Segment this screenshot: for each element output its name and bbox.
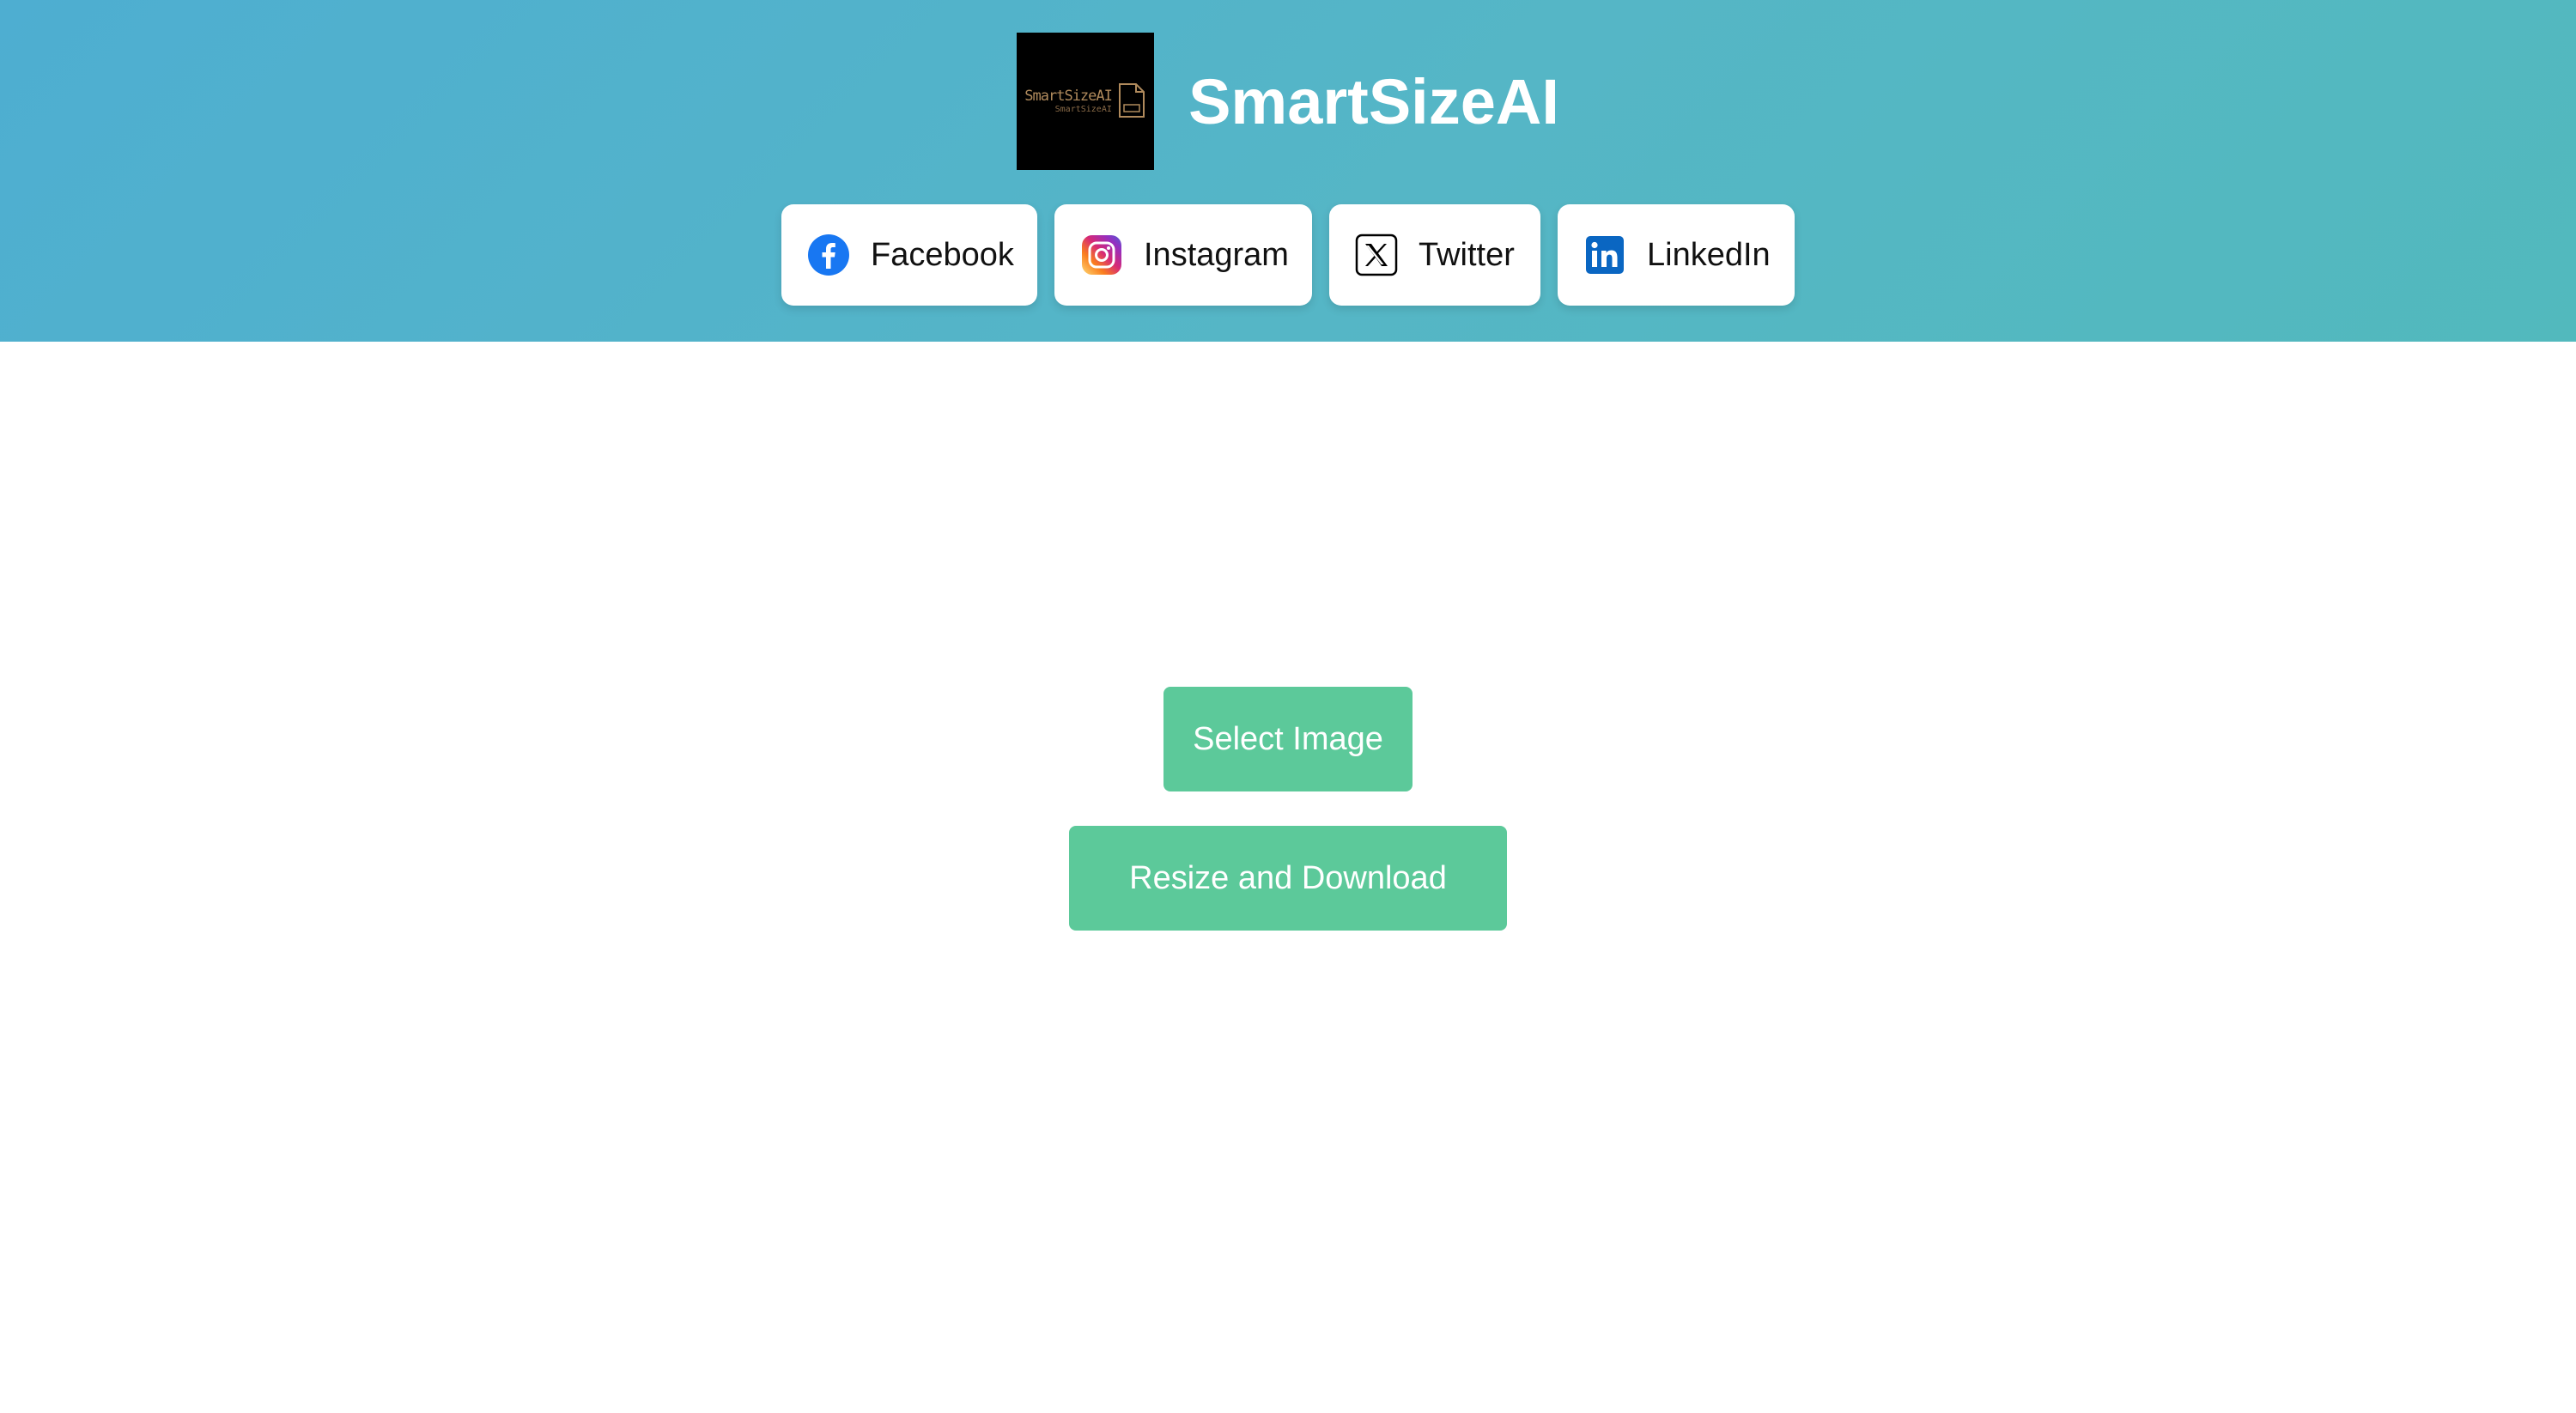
app-title: SmartSizeAI	[1188, 65, 1559, 137]
facebook-label: Facebook	[871, 236, 1014, 273]
file-resize-icon	[1118, 83, 1145, 118]
header: SmartSizeAI SmartSizeAI SmartSizeAI Face…	[0, 0, 2576, 342]
brand: SmartSizeAI SmartSizeAI SmartSizeAI	[0, 33, 2576, 170]
instagram-icon	[1082, 235, 1121, 275]
twitter-button[interactable]: Twitter	[1329, 204, 1540, 306]
instagram-button[interactable]: Instagram	[1054, 204, 1312, 306]
linkedin-button[interactable]: LinkedIn	[1558, 204, 1795, 306]
resize-download-button[interactable]: Resize and Download	[1069, 826, 1507, 931]
logo-text: SmartSizeAI SmartSizeAI	[1024, 87, 1113, 114]
twitter-label: Twitter	[1419, 236, 1515, 273]
facebook-icon	[808, 234, 849, 276]
app-logo: SmartSizeAI SmartSizeAI	[1017, 33, 1155, 170]
instagram-label: Instagram	[1144, 236, 1289, 273]
logo-mark: SmartSizeAI SmartSizeAI	[1024, 82, 1146, 120]
x-icon	[1355, 233, 1398, 276]
facebook-button[interactable]: Facebook	[781, 204, 1037, 306]
logo-line-1: SmartSizeAI	[1024, 87, 1113, 105]
social-links: Facebook Instagram Twitter LinkedIn	[0, 204, 2576, 306]
select-image-button[interactable]: Select Image	[1163, 687, 1413, 791]
linkedin-icon	[1586, 236, 1624, 274]
main-actions: Select Image Resize and Download	[0, 687, 2576, 931]
linkedin-label: LinkedIn	[1647, 236, 1771, 273]
logo-line-2: SmartSizeAI	[1054, 104, 1112, 114]
